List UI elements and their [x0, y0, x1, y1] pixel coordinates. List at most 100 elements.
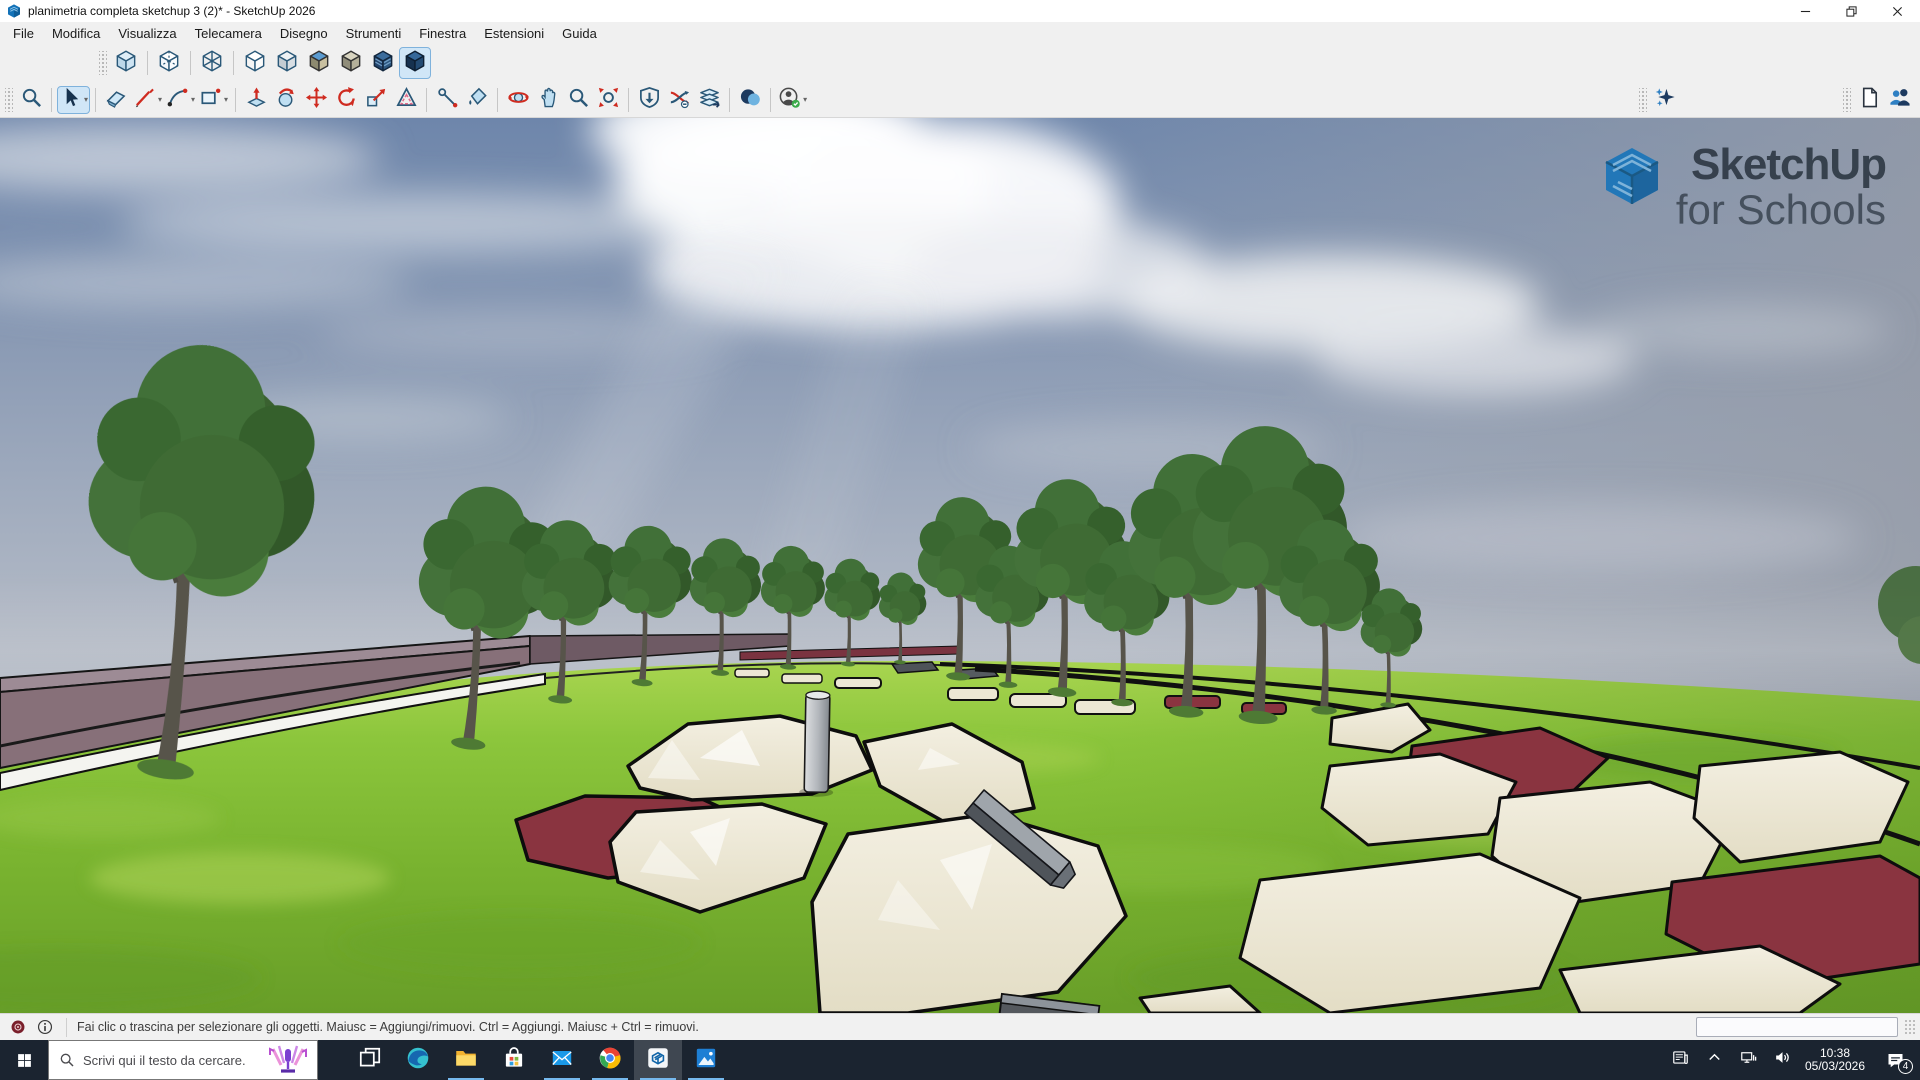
select-icon — [59, 86, 82, 114]
stylized-icon — [370, 48, 396, 79]
watermark: SketchUp for Schools — [1600, 142, 1886, 232]
news-widgets-button[interactable] — [1663, 1040, 1697, 1080]
watermark-brand: SketchUp — [1691, 142, 1886, 188]
toolbar-grip[interactable] — [99, 51, 107, 75]
x-ray-button[interactable] — [110, 47, 142, 79]
push-pull-button[interactable] — [241, 86, 271, 114]
volume-button[interactable] — [1765, 1040, 1799, 1080]
menu-estensioni[interactable]: Estensioni — [475, 24, 553, 43]
toolbar-grip[interactable] — [1639, 88, 1647, 112]
task-view-icon — [357, 1045, 383, 1076]
mail-taskbar-button[interactable] — [538, 1040, 586, 1080]
ai-assistant-button[interactable] — [1650, 86, 1680, 114]
pan-button[interactable] — [533, 86, 563, 114]
hidden-icons-chevron-button[interactable] — [1697, 1040, 1731, 1080]
menu-modifica[interactable]: Modifica — [43, 24, 109, 43]
offset-button[interactable] — [391, 86, 421, 114]
toolbar-separator — [147, 51, 148, 75]
collaborators-button[interactable] — [1884, 86, 1914, 114]
toolbar-grip[interactable] — [1843, 88, 1851, 112]
current-style-button[interactable] — [399, 47, 431, 79]
toolbar-separator — [51, 88, 52, 112]
wireframe-button[interactable] — [196, 47, 228, 79]
follow-me-button[interactable] — [271, 86, 301, 114]
eraser-button[interactable] — [101, 86, 131, 114]
edge-taskbar-button[interactable] — [394, 1040, 442, 1080]
geolocation-button[interactable] — [9, 1018, 27, 1036]
hidden-line-button[interactable] — [239, 47, 271, 79]
close-button[interactable] — [1874, 0, 1920, 22]
credits-info-button[interactable] — [36, 1018, 54, 1036]
toolbar-separator — [95, 88, 96, 112]
search-highlight-icon[interactable] — [265, 1043, 311, 1077]
toolbar-grip[interactable] — [5, 88, 13, 112]
rotate-button[interactable] — [331, 86, 361, 114]
search-input[interactable] — [83, 1053, 265, 1068]
viewport-scene[interactable] — [0, 118, 1920, 1013]
zoom-button[interactable] — [563, 86, 593, 114]
shaded-with-textures-button[interactable] — [303, 47, 335, 79]
rectangle-button[interactable]: ▾ — [197, 86, 230, 114]
main-toolbar: ▾ ▾ ▾ ▾ ▾ — [0, 82, 1920, 118]
menu-telecamera[interactable]: Telecamera — [186, 24, 271, 43]
network-button[interactable] — [1731, 1040, 1765, 1080]
file-explorer-taskbar-button[interactable] — [442, 1040, 490, 1080]
measurements-input[interactable] — [1696, 1017, 1898, 1037]
chrome-taskbar-button[interactable] — [586, 1040, 634, 1080]
move-button[interactable] — [301, 86, 331, 114]
status-separator — [66, 1018, 67, 1037]
arc-button[interactable]: ▾ — [164, 86, 197, 114]
orbit-button[interactable] — [503, 86, 533, 114]
new-model-button[interactable] — [1854, 86, 1884, 114]
taskbar-clock[interactable]: 10:38 05/03/2026 — [1799, 1040, 1871, 1080]
zoom-icon — [567, 86, 590, 114]
tags-button[interactable] — [694, 86, 724, 114]
title-bar: planimetria completa sketchup 3 (2)* - S… — [0, 0, 1920, 22]
news-widgets-icon — [1671, 1048, 1690, 1072]
paint-bucket-button[interactable] — [462, 86, 492, 114]
dropdown-arrow-icon[interactable]: ▾ — [158, 95, 162, 104]
zoom-extents-button[interactable] — [593, 86, 623, 114]
soften-edges-button[interactable] — [735, 86, 765, 114]
tape-measure-button[interactable] — [432, 86, 462, 114]
sketchup-logo-icon — [6, 3, 22, 19]
menu-finestra[interactable]: Finestra — [410, 24, 475, 43]
extension-warehouse-button[interactable] — [664, 86, 694, 114]
dropdown-arrow-icon[interactable]: ▾ — [191, 95, 195, 104]
follow-me-icon — [275, 86, 298, 114]
toolbar-separator — [235, 88, 236, 112]
start-button[interactable] — [0, 1040, 48, 1080]
dropdown-arrow-icon[interactable]: ▾ — [224, 95, 228, 104]
sketchup-taskbar-button[interactable] — [634, 1040, 682, 1080]
scale-button[interactable] — [361, 86, 391, 114]
notification-center-button[interactable]: 4 — [1871, 1040, 1920, 1080]
menu-guida[interactable]: Guida — [553, 24, 606, 43]
task-view-taskbar-button[interactable] — [346, 1040, 394, 1080]
photos-taskbar-button[interactable] — [682, 1040, 730, 1080]
minimize-button[interactable] — [1782, 0, 1828, 22]
menu-visualizza[interactable]: Visualizza — [109, 24, 185, 43]
menu-file[interactable]: File — [4, 24, 43, 43]
model-viewport[interactable]: SketchUp for Schools — [0, 118, 1920, 1013]
monochrome-button[interactable] — [335, 47, 367, 79]
orbit-icon — [507, 86, 530, 114]
select-button[interactable]: ▾ — [57, 86, 90, 114]
dropdown-arrow-icon[interactable]: ▾ — [84, 95, 88, 104]
line-button[interactable]: ▾ — [131, 86, 164, 114]
dropdown-arrow-icon[interactable]: ▾ — [803, 95, 807, 104]
toolbar-separator — [497, 88, 498, 112]
new-model-icon — [1858, 86, 1881, 114]
menu-strumenti[interactable]: Strumenti — [337, 24, 411, 43]
taskbar-search[interactable] — [48, 1040, 318, 1080]
account-button[interactable]: ▾ — [776, 86, 809, 114]
3d-warehouse-button[interactable] — [634, 86, 664, 114]
shaded-button[interactable] — [271, 47, 303, 79]
menu-disegno[interactable]: Disegno — [271, 24, 337, 43]
back-edges-icon — [156, 48, 182, 79]
stylized-button[interactable] — [367, 47, 399, 79]
microsoft-store-taskbar-button[interactable] — [490, 1040, 538, 1080]
back-edges-button[interactable] — [153, 47, 185, 79]
restore-button[interactable] — [1828, 0, 1874, 22]
zoom-extents-icon — [597, 86, 620, 114]
search-sketchup-button[interactable] — [16, 86, 46, 114]
